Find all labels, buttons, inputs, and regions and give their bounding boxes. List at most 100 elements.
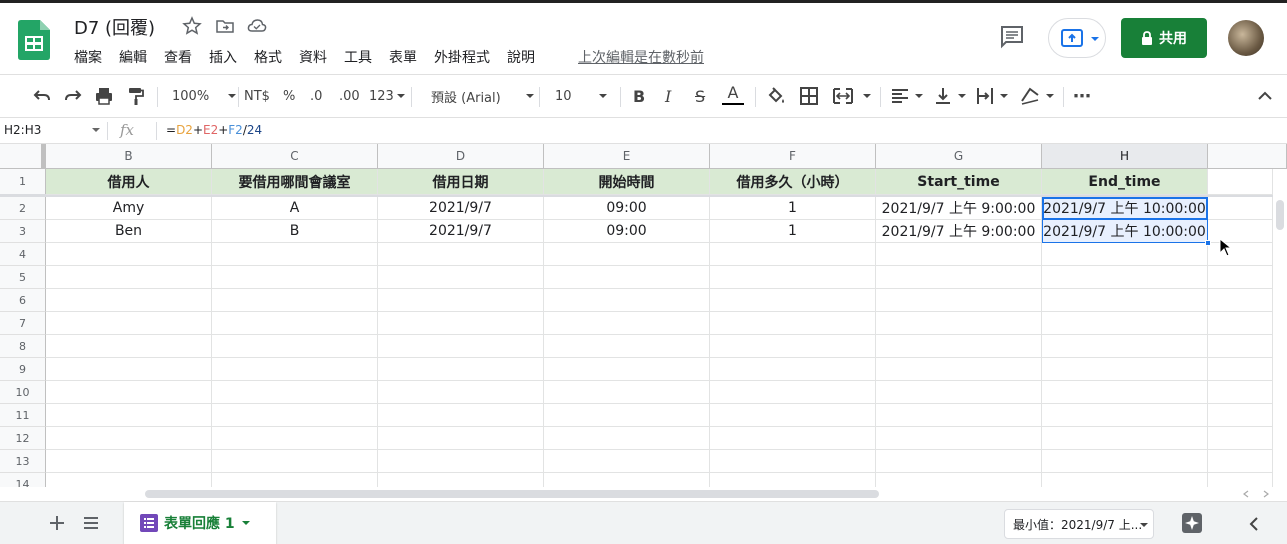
cell-g1[interactable]: Start_time xyxy=(876,169,1042,195)
all-sheets-icon[interactable] xyxy=(83,516,99,530)
cell-f12[interactable] xyxy=(710,427,876,450)
row-header-8[interactable]: 8 xyxy=(0,335,46,358)
cell-f11[interactable] xyxy=(710,404,876,427)
redo-icon[interactable] xyxy=(63,85,83,107)
fill-handle[interactable] xyxy=(1205,240,1211,246)
cell-c8[interactable] xyxy=(212,335,378,358)
cell-g11[interactable] xyxy=(876,404,1042,427)
cell-g4[interactable] xyxy=(876,243,1042,266)
cell-b3[interactable]: Ben xyxy=(46,220,212,243)
cell-b8[interactable] xyxy=(46,335,212,358)
cell-d7[interactable] xyxy=(378,312,544,335)
row-header-6[interactable]: 6 xyxy=(0,289,46,312)
cell-e5[interactable] xyxy=(544,266,710,289)
cell-h3[interactable]: 2021/9/7 上午 10:00:00 xyxy=(1042,220,1208,243)
row-header-7[interactable]: 7 xyxy=(0,312,46,335)
cell-c13[interactable] xyxy=(212,450,378,473)
row-header-3[interactable]: 3 xyxy=(0,220,46,243)
cell-f10[interactable] xyxy=(710,381,876,404)
cell-h14[interactable] xyxy=(1042,473,1208,487)
vertical-scrollbar[interactable] xyxy=(1273,196,1287,487)
cell-b4[interactable] xyxy=(46,243,212,266)
print-icon[interactable] xyxy=(94,85,114,107)
horizontal-scroll-thumb[interactable] xyxy=(145,490,879,498)
cell-f1[interactable]: 借用多久（小時） xyxy=(710,169,876,195)
menu-format[interactable]: 格式 xyxy=(254,47,282,67)
cell-i13[interactable] xyxy=(1208,450,1273,473)
column-header-h[interactable]: H xyxy=(1042,144,1208,169)
last-edit-link[interactable]: 上次編輯是在數秒前 xyxy=(578,47,704,67)
cell-g6[interactable] xyxy=(876,289,1042,312)
cell-f14[interactable] xyxy=(710,473,876,487)
cell-e12[interactable] xyxy=(544,427,710,450)
horizontal-scrollbar[interactable] xyxy=(0,487,1287,501)
cell-d1[interactable]: 借用日期 xyxy=(378,169,544,195)
cell-d3[interactable]: 2021/9/7 xyxy=(378,220,544,243)
cell-g3[interactable]: 2021/9/7 上午 9:00:00 xyxy=(876,220,1042,243)
cell-e6[interactable] xyxy=(544,289,710,312)
zoom-select[interactable]: 100% xyxy=(172,85,237,107)
cell-f8[interactable] xyxy=(710,335,876,358)
sheets-logo-icon[interactable] xyxy=(18,20,50,60)
row-header-14[interactable]: 14 xyxy=(0,473,46,487)
menu-form[interactable]: 表單 xyxy=(389,47,417,67)
menu-help[interactable]: 說明 xyxy=(507,47,535,67)
merge-cells-icon[interactable] xyxy=(832,85,872,107)
menu-file[interactable]: 檔案 xyxy=(74,47,102,67)
cell-c5[interactable] xyxy=(212,266,378,289)
cell-e1[interactable]: 開始時間 xyxy=(544,169,710,195)
borders-icon[interactable] xyxy=(799,85,819,107)
cell-i9[interactable] xyxy=(1208,358,1273,381)
text-color-button[interactable]: A xyxy=(722,83,744,105)
horizontal-align-icon[interactable] xyxy=(890,85,924,107)
side-panel-toggle-icon[interactable] xyxy=(1248,517,1260,531)
cell-c12[interactable] xyxy=(212,427,378,450)
more-options-button[interactable]: ⋯ xyxy=(1073,85,1091,107)
cell-b13[interactable] xyxy=(46,450,212,473)
cell-f6[interactable] xyxy=(710,289,876,312)
cell-i8[interactable] xyxy=(1208,335,1273,358)
cell-h6[interactable] xyxy=(1042,289,1208,312)
cell-i4[interactable] xyxy=(1208,243,1273,266)
cell-f13[interactable] xyxy=(710,450,876,473)
row-header-9[interactable]: 9 xyxy=(0,358,46,381)
cell-c1[interactable]: 要借用哪間會議室 xyxy=(212,169,378,195)
column-header-i[interactable] xyxy=(1208,144,1287,169)
cell-b7[interactable] xyxy=(46,312,212,335)
document-title[interactable]: D7 (回覆) xyxy=(74,14,155,40)
cell-g7[interactable] xyxy=(876,312,1042,335)
selection-summary[interactable]: 最小值：2021/9/7 上... xyxy=(1004,509,1154,539)
menu-tools[interactable]: 工具 xyxy=(344,47,372,67)
cell-e9[interactable] xyxy=(544,358,710,381)
row-header-10[interactable]: 10 xyxy=(0,381,46,404)
cell-g5[interactable] xyxy=(876,266,1042,289)
cell-c11[interactable] xyxy=(212,404,378,427)
cell-b6[interactable] xyxy=(46,289,212,312)
cell-d4[interactable] xyxy=(378,243,544,266)
column-header-c[interactable]: C xyxy=(212,144,378,169)
number-format-select[interactable]: 123 xyxy=(369,85,406,107)
cell-d12[interactable] xyxy=(378,427,544,450)
row-header-12[interactable]: 12 xyxy=(0,427,46,450)
cell-f2[interactable]: 1 xyxy=(710,197,876,220)
cell-h7[interactable] xyxy=(1042,312,1208,335)
cell-d6[interactable] xyxy=(378,289,544,312)
select-all-corner[interactable] xyxy=(0,144,46,169)
row-header-4[interactable]: 4 xyxy=(0,243,46,266)
cell-c4[interactable] xyxy=(212,243,378,266)
name-box[interactable]: H2:H3 xyxy=(4,123,100,137)
cloud-saved-icon[interactable] xyxy=(247,16,267,36)
cell-h8[interactable] xyxy=(1042,335,1208,358)
cell-c10[interactable] xyxy=(212,381,378,404)
cell-g12[interactable] xyxy=(876,427,1042,450)
cell-g8[interactable] xyxy=(876,335,1042,358)
move-folder-icon[interactable] xyxy=(215,16,235,36)
cell-f5[interactable] xyxy=(710,266,876,289)
column-header-b[interactable]: B xyxy=(46,144,212,169)
cell-i1[interactable] xyxy=(1208,169,1273,195)
cell-e10[interactable] xyxy=(544,381,710,404)
menu-data[interactable]: 資料 xyxy=(299,47,327,67)
cell-i2[interactable] xyxy=(1208,197,1273,220)
cell-g14[interactable] xyxy=(876,473,1042,487)
cell-d14[interactable] xyxy=(378,473,544,487)
